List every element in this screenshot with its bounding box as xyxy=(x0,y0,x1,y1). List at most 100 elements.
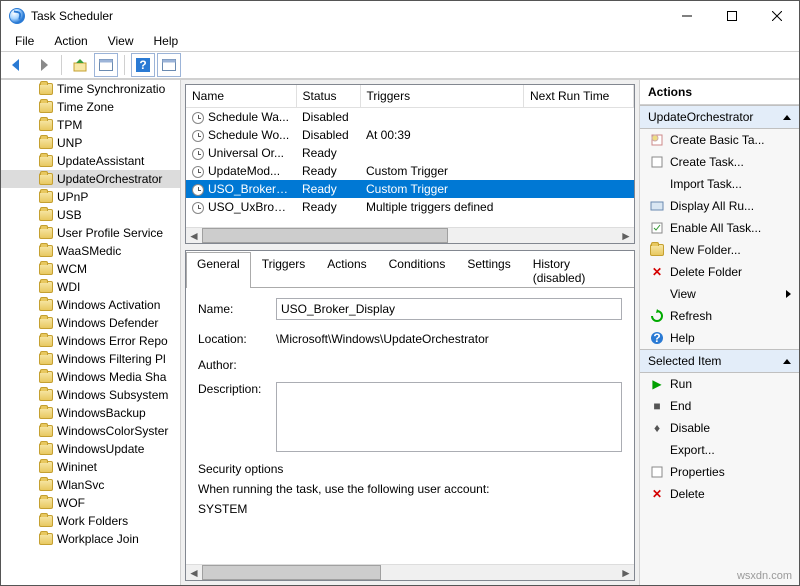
folder-tree[interactable]: Time SynchronizatioTime ZoneTPMUNPUpdate… xyxy=(1,80,181,585)
tree-item[interactable]: WDI xyxy=(1,278,180,296)
up-button[interactable] xyxy=(68,53,92,77)
details-hscroll[interactable]: ◄► xyxy=(186,564,634,580)
tree-item[interactable]: TPM xyxy=(1,116,180,134)
tab-general[interactable]: General xyxy=(186,252,251,288)
task-grid[interactable]: Name Status Triggers Next Run Time Sched… xyxy=(185,84,635,244)
action-create-task[interactable]: Create Task... xyxy=(640,151,799,173)
menu-view[interactable]: View xyxy=(100,32,142,50)
action-new-folder[interactable]: New Folder... xyxy=(640,239,799,261)
col-next[interactable]: Next Run Time xyxy=(524,85,634,108)
tree-item[interactable]: Windows Error Repo xyxy=(1,332,180,350)
tree-item[interactable]: UNP xyxy=(1,134,180,152)
tab-settings[interactable]: Settings xyxy=(456,252,521,288)
action-refresh[interactable]: Refresh xyxy=(640,305,799,327)
tree-item-label: WCM xyxy=(57,262,87,276)
action-delete[interactable]: ✕Delete xyxy=(640,483,799,505)
tree-item[interactable]: Windows Activation xyxy=(1,296,180,314)
tree-item[interactable]: WOF xyxy=(1,494,180,512)
grid-hscroll[interactable]: ◄► xyxy=(186,227,634,243)
tab-conditions[interactable]: Conditions xyxy=(378,252,457,288)
toolbar-view2-button[interactable] xyxy=(157,53,181,77)
folder-icon xyxy=(39,101,53,113)
toolbar-view1-button[interactable] xyxy=(94,53,118,77)
action-import-task[interactable]: Import Task... xyxy=(640,173,799,195)
user-account-value: SYSTEM xyxy=(198,502,622,516)
action-display-running[interactable]: Display All Ru... xyxy=(640,195,799,217)
tree-item[interactable]: Wininet xyxy=(1,458,180,476)
folder-icon xyxy=(39,353,53,365)
tree-item[interactable]: Windows Defender xyxy=(1,314,180,332)
action-properties[interactable]: Properties xyxy=(640,461,799,483)
maximize-button[interactable] xyxy=(709,1,754,31)
close-button[interactable] xyxy=(754,1,799,31)
tree-item-label: Work Folders xyxy=(57,514,128,528)
task-row[interactable]: UpdateMod...ReadyCustom Trigger xyxy=(186,162,634,180)
action-help[interactable]: ?Help xyxy=(640,327,799,349)
tree-item[interactable]: Workplace Join xyxy=(1,530,180,548)
tree-item[interactable]: Work Folders xyxy=(1,512,180,530)
menu-bar: File Action View Help xyxy=(1,31,799,51)
minimize-button[interactable] xyxy=(664,1,709,31)
action-view[interactable]: View xyxy=(640,283,799,305)
tree-item[interactable]: WindowsColorSyster xyxy=(1,422,180,440)
task-row[interactable]: Universal Or...Ready xyxy=(186,144,634,162)
menu-file[interactable]: File xyxy=(7,32,42,50)
folder-icon xyxy=(39,137,53,149)
tree-item-label: Workplace Join xyxy=(57,532,139,546)
task-icon xyxy=(192,112,204,124)
task-icon xyxy=(192,166,204,178)
description-field[interactable] xyxy=(276,382,622,452)
menu-help[interactable]: Help xyxy=(146,32,187,50)
forward-button[interactable] xyxy=(31,53,55,77)
action-run[interactable]: ▶Run xyxy=(640,373,799,395)
tree-item[interactable]: Windows Media Sha xyxy=(1,368,180,386)
action-delete-folder[interactable]: ✕Delete Folder xyxy=(640,261,799,283)
tree-item[interactable]: UpdateAssistant xyxy=(1,152,180,170)
tree-item[interactable]: WCM xyxy=(1,260,180,278)
folder-icon xyxy=(39,191,53,203)
task-row[interactable]: Schedule Wo...DisabledAt 00:39 xyxy=(186,126,634,144)
action-enable-history[interactable]: Enable All Task... xyxy=(640,217,799,239)
tree-item-label: Time Synchronizatio xyxy=(57,82,165,96)
tab-actions[interactable]: Actions xyxy=(316,252,377,288)
author-value xyxy=(276,363,622,367)
col-triggers[interactable]: Triggers xyxy=(360,85,524,108)
name-field[interactable] xyxy=(276,298,622,320)
collapse-icon[interactable] xyxy=(783,359,791,364)
tree-item[interactable]: WindowsBackup xyxy=(1,404,180,422)
tree-item-label: Windows Activation xyxy=(57,298,160,312)
tree-item[interactable]: WindowsUpdate xyxy=(1,440,180,458)
tree-item[interactable]: UpdateOrchestrator xyxy=(1,170,180,188)
tree-item[interactable]: Time Synchronizatio xyxy=(1,80,180,98)
action-disable[interactable]: ♦Disable xyxy=(640,417,799,439)
back-button[interactable] xyxy=(5,53,29,77)
folder-icon xyxy=(39,245,53,257)
help-toolbar-button[interactable]: ? xyxy=(131,53,155,77)
tree-item[interactable]: WlanSvc xyxy=(1,476,180,494)
folder-icon xyxy=(39,119,53,131)
action-end[interactable]: ■End xyxy=(640,395,799,417)
tab-history[interactable]: History (disabled) xyxy=(522,252,634,288)
title-bar: Task Scheduler xyxy=(1,1,799,31)
folder-icon xyxy=(39,479,53,491)
task-row[interactable]: Schedule Wa...Disabled xyxy=(186,108,634,127)
task-row[interactable]: USO_Broker_...ReadyCustom Trigger xyxy=(186,180,634,198)
folder-icon xyxy=(39,227,53,239)
collapse-icon[interactable] xyxy=(783,115,791,120)
tree-item[interactable]: Windows Filtering Pl xyxy=(1,350,180,368)
col-status[interactable]: Status xyxy=(296,85,360,108)
tree-item[interactable]: Windows Subsystem xyxy=(1,386,180,404)
action-create-basic[interactable]: Create Basic Ta... xyxy=(640,129,799,151)
tab-triggers[interactable]: Triggers xyxy=(251,252,317,288)
tree-item[interactable]: User Profile Service xyxy=(1,224,180,242)
tree-item[interactable]: USB xyxy=(1,206,180,224)
tree-item[interactable]: Time Zone xyxy=(1,98,180,116)
menu-action[interactable]: Action xyxy=(46,32,95,50)
tree-item[interactable]: UPnP xyxy=(1,188,180,206)
folder-icon xyxy=(39,317,53,329)
col-name[interactable]: Name xyxy=(186,85,296,108)
action-export[interactable]: Export... xyxy=(640,439,799,461)
task-row[interactable]: USO_UxBrokerReadyMultiple triggers defin… xyxy=(186,198,634,216)
tree-item[interactable]: WaaSMedic xyxy=(1,242,180,260)
folder-icon xyxy=(39,461,53,473)
